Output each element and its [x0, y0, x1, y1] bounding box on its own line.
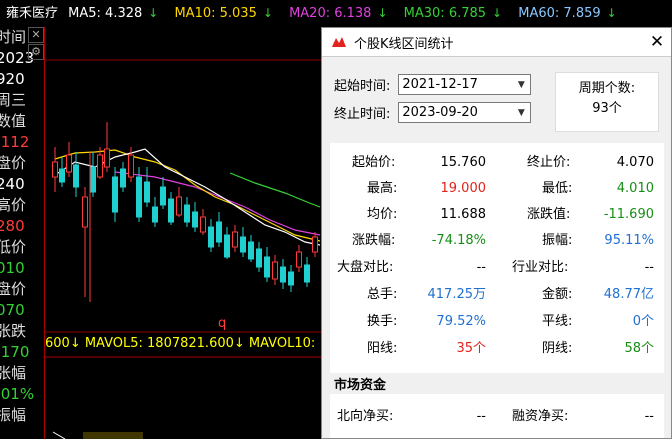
high-label: 最高:	[367, 181, 398, 196]
low-label: 最低:	[542, 181, 573, 196]
period-count-label: 周期个数:	[578, 81, 636, 96]
ma20-line	[54, 149, 321, 242]
ma60-line	[229, 172, 321, 208]
ma10-value: MA10: 5.035 ↓	[174, 6, 273, 21]
start-price-value: 15.760	[440, 155, 487, 170]
market-compare-value: --	[476, 260, 486, 275]
turnover-label: 换手:	[367, 314, 398, 329]
north-flow-label: 北向净买:	[337, 409, 394, 424]
left-panel-row: 010	[0, 259, 25, 277]
left-info-panel: 时间2023920周三数值.112盘价240高价280低价010盘价070张跌.…	[0, 27, 45, 439]
stock-name: 雍禾医疗	[6, 6, 59, 21]
low-value: 4.010	[616, 181, 654, 196]
amplitude-value: 95.11%	[604, 233, 654, 248]
ma20-value: MA20: 6.138 ↓	[289, 6, 388, 21]
left-panel-row: .112	[0, 133, 30, 151]
start-price-label: 起始价:	[352, 155, 396, 170]
market-funds-title: 市场资金	[334, 378, 387, 393]
close-icon[interactable]: ✕	[28, 27, 44, 43]
ma5-value: MA5: 4.328 ↓	[68, 6, 159, 21]
north-flow-value: --	[476, 409, 486, 424]
low-marker: q	[218, 316, 226, 331]
chevron-down-icon[interactable]: ▼	[512, 80, 530, 90]
period-count-value: 93个	[592, 101, 622, 116]
flat-label: 平线:	[542, 314, 573, 329]
volume-value: 417.25万	[427, 287, 487, 302]
end-time-row: 终止时间: 2023-09-20 ▼	[334, 102, 532, 123]
dialog-titlebar[interactable]: 个股K线区间统计 ✕	[322, 28, 671, 57]
end-price-value: 4.070	[616, 155, 654, 170]
close-button[interactable]: ✕	[643, 32, 671, 52]
left-panel-row: 数值	[0, 112, 27, 130]
start-time-select[interactable]: 2021-12-17 ▼	[398, 74, 532, 95]
left-panel-row: 070	[0, 301, 25, 319]
stats-panel: 起始价: 15.760 终止价: 4.070 最高: 19.000 最低: 4.…	[330, 143, 664, 373]
pct-change-value: -74.18%	[431, 233, 486, 248]
industry-compare-label: 行业对比:	[512, 260, 569, 275]
left-panel-row: 高价	[0, 196, 27, 214]
amplitude-label: 振幅:	[542, 233, 573, 248]
yin-label: 阴线:	[542, 341, 573, 356]
left-panel-row: 张跌	[0, 322, 27, 340]
amount-label: 金额:	[542, 287, 573, 302]
left-panel-row: 盘价	[0, 280, 27, 298]
ma60-value: MA60: 7.859 ↓	[518, 6, 617, 21]
left-panel-row: 盘价	[0, 154, 27, 172]
candlesticks	[52, 122, 318, 302]
volume-label: 总手:	[367, 287, 398, 302]
yang-label: 阳线:	[367, 341, 398, 356]
left-panel-row: 周三	[0, 91, 27, 109]
panel-icons: ✕ ⚙	[28, 27, 44, 61]
left-panel-row: 低价	[0, 238, 27, 256]
margin-flow-label: 融资净买:	[512, 409, 569, 424]
chevron-down-icon[interactable]: ▼	[512, 108, 530, 118]
app-logo-icon	[332, 37, 346, 47]
yin-value: 58个	[624, 341, 654, 356]
yang-value: 35个	[456, 341, 486, 356]
turnover-value: 79.52%	[436, 314, 486, 329]
pct-change-label: 涨跌幅:	[352, 233, 396, 248]
end-time-label: 终止时间:	[334, 107, 391, 122]
high-value: 19.000	[440, 181, 487, 196]
start-time-row: 起始时间: 2021-12-17 ▼	[334, 74, 532, 95]
industry-compare-value: --	[644, 260, 654, 275]
left-panel-row: 920	[0, 70, 25, 88]
left-panel-row: .01%	[0, 385, 35, 403]
end-time-select[interactable]: 2023-09-20 ▼	[398, 102, 532, 123]
start-time-label: 起始时间:	[334, 79, 391, 94]
left-panel-row: 张幅	[0, 364, 27, 382]
market-compare-label: 大盘对比:	[337, 260, 394, 275]
flat-value: 0个	[632, 314, 654, 329]
change-value: -11.690	[603, 207, 654, 222]
margin-flow-value: --	[644, 409, 654, 424]
volume-indicator-bar: 600↓ MAVOL5: 1807821.600↓ MAVOL10:	[45, 336, 316, 351]
gear-icon[interactable]: ⚙	[28, 44, 44, 60]
avg-price-label: 均价:	[367, 207, 398, 222]
ma-indicator-bar: 雍禾医疗 MA5: 4.328 ↓ MA10: 5.035 ↓ MA20: 6.13…	[0, 0, 672, 27]
avg-price-value: 11.688	[440, 207, 487, 222]
market-funds-panel: 北向净买: -- 融资净买: --	[330, 394, 664, 438]
left-panel-row: 280	[0, 217, 25, 235]
end-price-label: 终止价:	[527, 155, 571, 170]
left-panel-row: 240	[0, 175, 25, 193]
ma30-value: MA30: 6.785 ↓	[403, 6, 503, 21]
left-panel-row: .170	[0, 343, 30, 361]
dialog-title: 个股K线区间统计	[354, 36, 454, 52]
left-panel-row: 振幅	[0, 406, 27, 424]
amount-value: 48.77亿	[603, 287, 654, 302]
period-count-box: 周期个数: 93个	[555, 72, 659, 132]
kline-chart[interactable]: q	[45, 27, 325, 439]
change-label: 涨跌值:	[527, 207, 571, 222]
volume-area	[52, 431, 143, 439]
kline-stats-dialog: 个股K线区间统计 ✕ 起始时间: 2021-12-17 ▼ 终止时间: 2023…	[321, 27, 672, 439]
